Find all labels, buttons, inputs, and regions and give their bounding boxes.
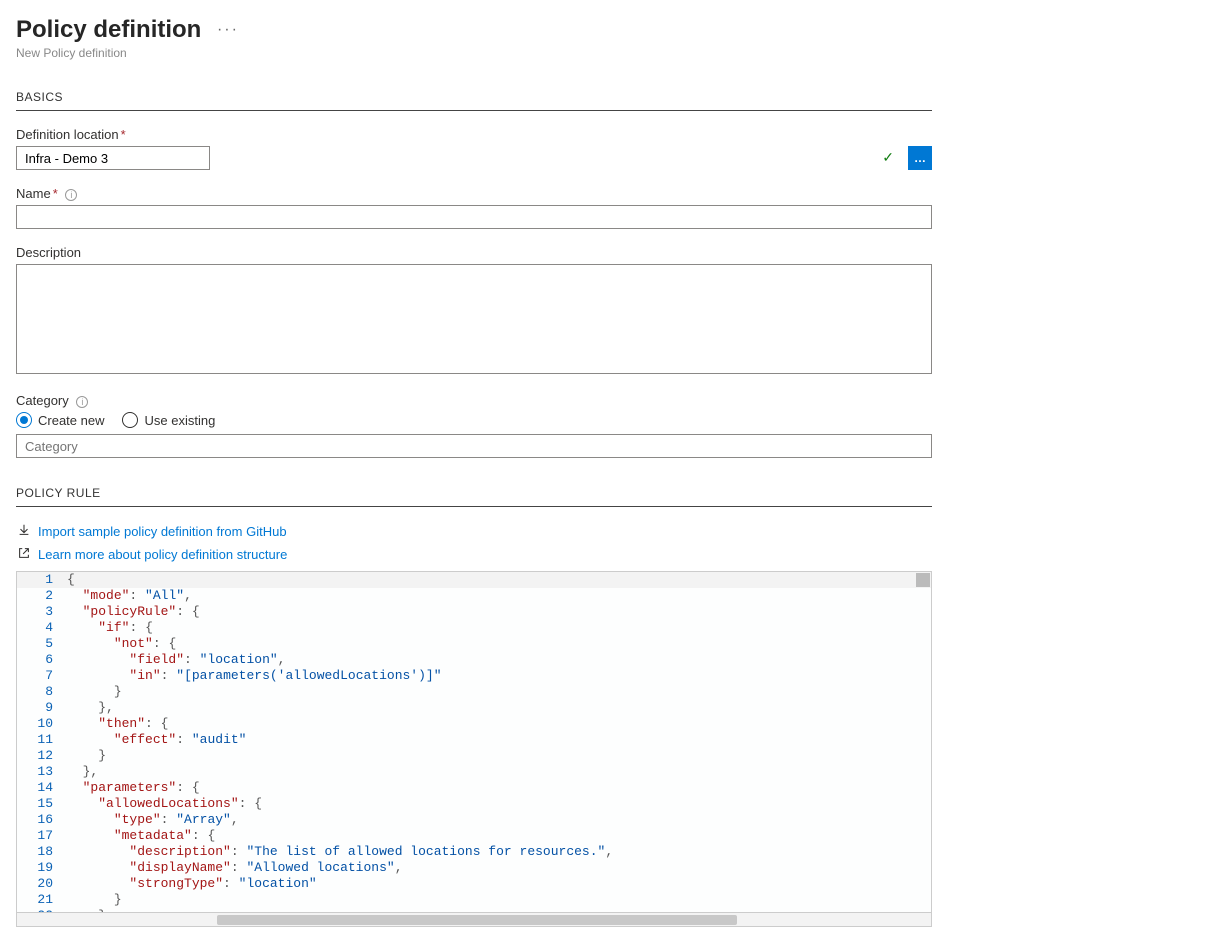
line-number: 8: [17, 684, 67, 700]
code-line[interactable]: 6 "field": "location",: [17, 652, 931, 668]
definition-location-input[interactable]: [16, 146, 210, 170]
code-line[interactable]: 16 "type": "Array",: [17, 812, 931, 828]
line-number: 12: [17, 748, 67, 764]
info-icon[interactable]: i: [76, 396, 88, 408]
info-icon[interactable]: i: [65, 189, 77, 201]
code-line[interactable]: 5 "not": {: [17, 636, 931, 652]
code-line[interactable]: 15 "allowedLocations": {: [17, 796, 931, 812]
code-line[interactable]: 14 "parameters": {: [17, 780, 931, 796]
policy-rule-code-editor[interactable]: 1{2 "mode": "All",3 "policyRule": {4 "if…: [16, 571, 932, 913]
line-number: 19: [17, 860, 67, 876]
code-line[interactable]: 2 "mode": "All",: [17, 588, 931, 604]
required-asterisk: *: [121, 127, 126, 142]
code-content: "mode": "All",: [67, 588, 931, 604]
code-content: "metadata": {: [67, 828, 931, 844]
line-number: 11: [17, 732, 67, 748]
line-number: 6: [17, 652, 67, 668]
minimap-indicator: [916, 573, 930, 587]
line-number: 15: [17, 796, 67, 812]
code-content: },: [67, 700, 931, 716]
page-subtitle: New Policy definition: [16, 46, 1197, 60]
code-content: "description": "The list of allowed loca…: [67, 844, 931, 860]
basics-section-header: BASICS: [16, 90, 932, 111]
code-line[interactable]: 19 "displayName": "Allowed locations",: [17, 860, 931, 876]
line-number: 21: [17, 892, 67, 908]
page-title: Policy definition: [16, 16, 201, 44]
description-textarea[interactable]: [16, 264, 932, 374]
code-line[interactable]: 10 "then": {: [17, 716, 931, 732]
definition-location-browse-button[interactable]: …: [908, 146, 932, 170]
code-content: "strongType": "location": [67, 876, 931, 892]
code-content: "policyRule": {: [67, 604, 931, 620]
code-content: "field": "location",: [67, 652, 931, 668]
horizontal-scrollbar[interactable]: [16, 913, 932, 927]
code-content: },: [67, 764, 931, 780]
line-number: 16: [17, 812, 67, 828]
code-content: {: [67, 572, 931, 588]
code-line[interactable]: 12 }: [17, 748, 931, 764]
line-number: 2: [17, 588, 67, 604]
code-content: "type": "Array",: [67, 812, 931, 828]
code-content: "effect": "audit": [67, 732, 931, 748]
radio-selected-icon: [16, 412, 32, 428]
description-label: Description: [16, 245, 932, 260]
radio-label-use-existing: Use existing: [144, 413, 215, 428]
code-line[interactable]: 3 "policyRule": {: [17, 604, 931, 620]
category-label-text: Category: [16, 393, 69, 408]
name-label: Name* i: [16, 186, 932, 201]
code-content: }: [67, 748, 931, 764]
code-content: "then": {: [67, 716, 931, 732]
required-asterisk: *: [53, 186, 58, 201]
name-input[interactable]: [16, 205, 932, 229]
code-line[interactable]: 9 },: [17, 700, 931, 716]
code-line[interactable]: 20 "strongType": "location": [17, 876, 931, 892]
download-icon: [16, 523, 32, 540]
code-line[interactable]: 7 "in": "[parameters('allowedLocations')…: [17, 668, 931, 684]
code-content: "parameters": {: [67, 780, 931, 796]
category-create-new-radio[interactable]: Create new: [16, 412, 104, 428]
code-content: }: [67, 684, 931, 700]
definition-location-label: Definition location*: [16, 127, 932, 142]
name-label-text: Name: [16, 186, 51, 201]
code-content: "not": {: [67, 636, 931, 652]
policy-rule-section-header: POLICY RULE: [16, 486, 932, 507]
line-number: 14: [17, 780, 67, 796]
code-line[interactable]: 18 "description": "The list of allowed l…: [17, 844, 931, 860]
ellipsis-icon: …: [914, 151, 926, 165]
horizontal-scrollbar-thumb[interactable]: [217, 915, 737, 925]
code-line[interactable]: 4 "if": {: [17, 620, 931, 636]
code-line[interactable]: 17 "metadata": {: [17, 828, 931, 844]
definition-location-label-text: Definition location: [16, 127, 119, 142]
import-sample-link[interactable]: Import sample policy definition from Git…: [38, 524, 287, 539]
code-line[interactable]: 8 }: [17, 684, 931, 700]
code-content: "in": "[parameters('allowedLocations')]": [67, 668, 931, 684]
code-line[interactable]: 13 },: [17, 764, 931, 780]
code-line[interactable]: 21 }: [17, 892, 931, 908]
radio-label-create-new: Create new: [38, 413, 104, 428]
code-line[interactable]: 11 "effect": "audit": [17, 732, 931, 748]
line-number: 20: [17, 876, 67, 892]
category-input[interactable]: [16, 434, 932, 458]
radio-unselected-icon: [122, 412, 138, 428]
line-number: 10: [17, 716, 67, 732]
code-content: "allowedLocations": {: [67, 796, 931, 812]
code-content: "if": {: [67, 620, 931, 636]
category-use-existing-radio[interactable]: Use existing: [122, 412, 215, 428]
category-label: Category i: [16, 393, 932, 408]
line-number: 17: [17, 828, 67, 844]
line-number: 4: [17, 620, 67, 636]
more-actions-icon[interactable]: ···: [217, 21, 239, 39]
learn-more-link[interactable]: Learn more about policy definition struc…: [38, 547, 287, 562]
code-content: "displayName": "Allowed locations",: [67, 860, 931, 876]
external-link-icon: [16, 546, 32, 563]
line-number: 13: [17, 764, 67, 780]
line-number: 9: [17, 700, 67, 716]
line-number: 3: [17, 604, 67, 620]
line-number: 5: [17, 636, 67, 652]
line-number: 7: [17, 668, 67, 684]
line-number: 18: [17, 844, 67, 860]
code-line[interactable]: 1{: [17, 572, 931, 588]
code-content: }: [67, 892, 931, 908]
line-number: 1: [17, 572, 67, 588]
